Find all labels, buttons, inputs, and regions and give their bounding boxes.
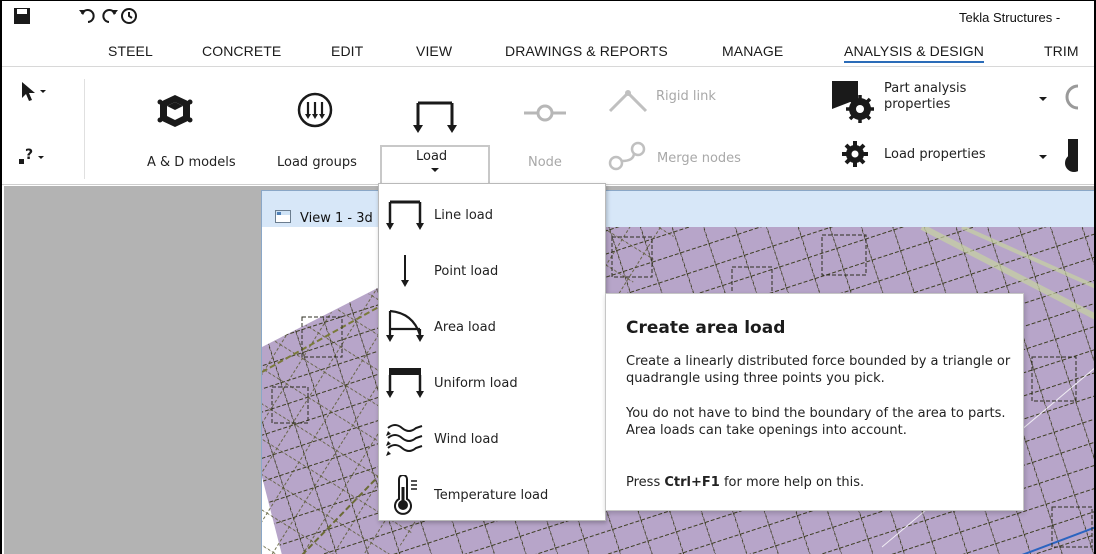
load-properties-gear-icon[interactable] xyxy=(840,139,870,169)
line-load-icon xyxy=(386,200,424,230)
tooltip-paragraph-3: Press Ctrl+F1 for more help on this. xyxy=(626,474,1016,491)
ribbon-tabs: STEEL CONCRETE EDIT VIEW DRAWINGS & REPO… xyxy=(2,39,1094,67)
undo-icon[interactable] xyxy=(78,7,98,25)
rigid-link-icon xyxy=(608,90,648,113)
menu-item-label: Area load xyxy=(434,320,496,335)
tooltip-title: Create area load xyxy=(626,318,786,338)
tab-drawings-reports[interactable]: DRAWINGS & REPORTS xyxy=(505,43,668,59)
node-label: Node xyxy=(528,155,562,170)
tab-manage[interactable]: MANAGE xyxy=(722,43,783,59)
part-analysis-properties-label-1[interactable]: Part analysis xyxy=(884,81,966,96)
save-icon[interactable] xyxy=(13,7,31,25)
part-analysis-properties-icon[interactable] xyxy=(830,79,876,123)
tab-analysis-design[interactable]: ANALYSIS & DESIGN xyxy=(844,43,984,63)
tooltip-paragraph-2: You do not have to bind the boundary of … xyxy=(626,406,1006,438)
merge-nodes-label: Merge nodes xyxy=(657,151,741,166)
app-window: Tekla Structures - STEEL CONCRETE EDIT V… xyxy=(0,0,1096,554)
view-window-icon xyxy=(275,210,291,223)
uniform-load-icon xyxy=(386,368,424,398)
menu-item-wind-load[interactable]: Wind load xyxy=(379,411,605,467)
part-analysis-dropdown-icon[interactable] xyxy=(1038,96,1048,102)
area-load-tooltip: Create area load Create a linearly distr… xyxy=(605,293,1024,511)
title-bar: Tekla Structures - xyxy=(2,1,1094,34)
help-pointer-icon[interactable]: ? xyxy=(18,145,48,167)
load-groups-label[interactable]: Load groups xyxy=(277,155,357,170)
menu-item-label: Point load xyxy=(434,264,499,279)
menu-item-temperature-load[interactable]: Temperature load xyxy=(379,467,605,523)
redo-icon[interactable] xyxy=(99,7,119,25)
rigid-link-label: Rigid link xyxy=(656,89,716,104)
menu-item-area-load[interactable]: Area load xyxy=(379,299,605,355)
menu-item-uniform-load[interactable]: Uniform load xyxy=(379,355,605,411)
temperature-load-icon xyxy=(394,475,417,515)
point-load-icon xyxy=(401,255,409,287)
menu-item-label: Line load xyxy=(434,208,494,223)
load-properties-dropdown-icon[interactable] xyxy=(1038,154,1048,160)
load-label[interactable]: Load xyxy=(416,149,447,164)
app-title: Tekla Structures - xyxy=(959,10,1061,25)
node-icon xyxy=(524,104,566,122)
menu-item-label: Uniform load xyxy=(434,376,518,391)
svg-text:?: ? xyxy=(25,147,33,163)
tooltip-help-prefix: Press xyxy=(626,475,665,490)
menu-item-label: Wind load xyxy=(434,432,499,447)
load-dropdown-arrow-icon[interactable] xyxy=(430,167,440,173)
tooltip-help-suffix: for more help on this. xyxy=(719,475,865,490)
load-dropdown-menu: Line load Point load Area load Uniform l… xyxy=(378,183,606,521)
ribbon: ? A & D models Load groups Load Node Rig… xyxy=(2,67,1094,185)
select-arrow-icon[interactable] xyxy=(20,81,48,103)
tooltip-paragraph-1: Create a linearly distributed force boun… xyxy=(626,354,1011,386)
area-load-icon xyxy=(386,309,424,342)
tab-concrete[interactable]: CONCRETE xyxy=(202,43,281,59)
truncated-properties-icon[interactable] xyxy=(1062,139,1078,175)
menu-item-point-load[interactable]: Point load xyxy=(379,243,605,299)
load-properties-label[interactable]: Load properties xyxy=(884,147,986,162)
merge-nodes-icon xyxy=(608,141,646,171)
tab-steel[interactable]: STEEL xyxy=(108,43,153,59)
tab-edit[interactable]: EDIT xyxy=(331,43,363,59)
part-analysis-properties-label-2[interactable]: properties xyxy=(884,97,950,112)
menu-item-label: Temperature load xyxy=(434,488,549,503)
ad-models-label[interactable]: A & D models xyxy=(147,155,236,170)
ad-models-icon[interactable] xyxy=(157,93,193,129)
load-icon[interactable] xyxy=(412,97,458,137)
ribbon-separator xyxy=(84,79,85,179)
load-groups-icon[interactable] xyxy=(296,91,334,129)
history-icon[interactable] xyxy=(120,7,138,25)
menu-item-line-load[interactable]: Line load xyxy=(379,187,605,243)
tab-view[interactable]: VIEW xyxy=(416,43,452,59)
tooltip-shortcut-key: Ctrl+F1 xyxy=(664,475,720,490)
truncated-tool-icon[interactable] xyxy=(1062,81,1078,117)
tab-trim[interactable]: TRIM xyxy=(1044,43,1079,59)
wind-load-icon xyxy=(386,424,423,456)
view-title: View 1 - 3d xyxy=(300,211,373,226)
